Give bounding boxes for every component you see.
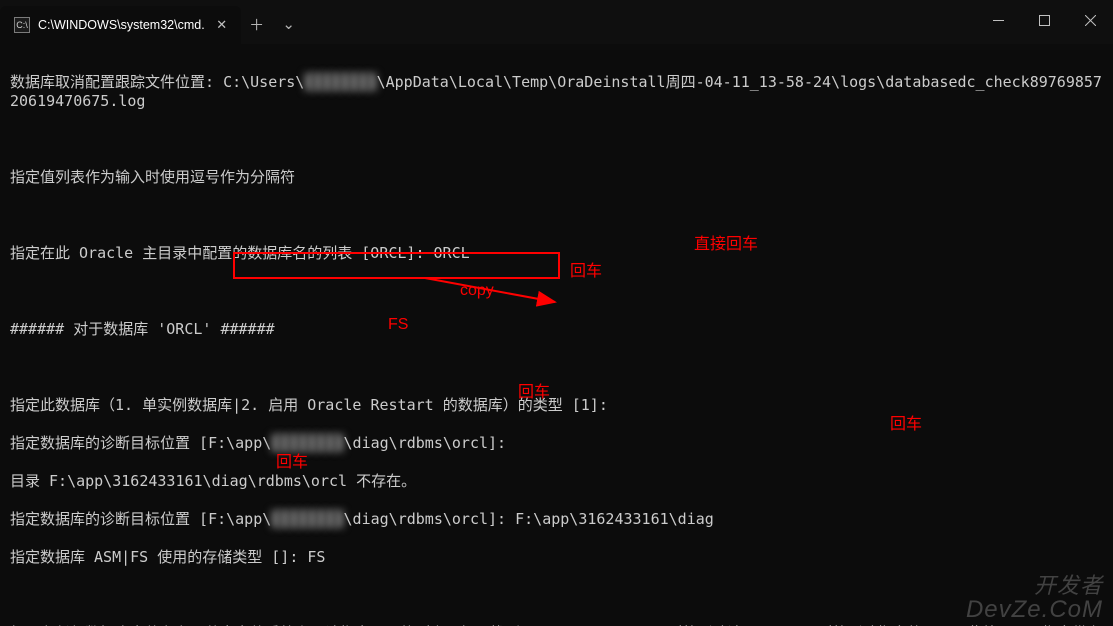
output-line: 指定数据库的诊断目标位置 [F:\app\████████\diag\rdbms… [10,434,1103,453]
tab-title: C:\WINDOWS\system32\cmd. [38,18,205,32]
window-titlebar: C:\ C:\WINDOWS\system32\cmd. ✕ ＋ ⌄ [0,0,1113,44]
output-line: 指定在此 Oracle 主目录中配置的数据库名的列表 [ORCL]: ORCL [10,244,1103,263]
terminal-pane[interactable]: 数据库取消配置跟踪文件位置: C:\Users\████████\AppData… [0,44,1113,626]
output-line: 指定此数据库（1. 单实例数据库|2. 启用 Oracle Restart 的数… [10,396,1103,415]
watermark: 开发者 DevZe.CoM [966,574,1103,622]
minimize-button[interactable] [975,0,1021,40]
output-line: 指定数据库的诊断目标位置 [F:\app\████████\diag\rdbms… [10,510,1103,529]
output-line: 指定值列表作为输入时使用逗号作为分隔符 [10,168,1103,187]
window-tab[interactable]: C:\ C:\WINDOWS\system32\cmd. ✕ [0,6,241,44]
window-controls [975,0,1113,44]
maximize-button[interactable] [1021,0,1067,40]
output-line: 数据库取消配置跟踪文件位置: C:\Users\████████\AppData… [10,73,1103,111]
titlebar-drag-area[interactable] [305,0,975,44]
tab-dropdown-button[interactable]: ⌄ [273,8,305,40]
output-line: 指定数据库 ASM|FS 使用的存储类型 []: FS [10,548,1103,567]
output-line: 目录 F:\app\3162433161\diag\rdbms\orcl 不存在… [10,472,1103,491]
output-line: ###### 对于数据库 'ORCL' ###### [10,320,1103,339]
new-tab-button[interactable]: ＋ [241,8,273,40]
close-window-button[interactable] [1067,0,1113,40]
tab-close-button[interactable]: ✕ [213,16,231,34]
cmd-icon: C:\ [14,17,30,33]
